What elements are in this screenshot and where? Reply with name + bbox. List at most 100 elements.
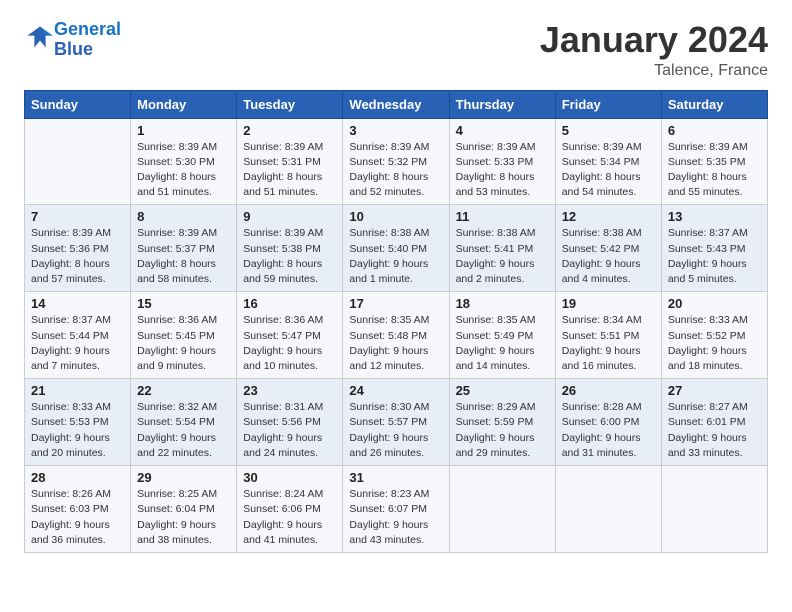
column-header-sunday: Sunday bbox=[25, 90, 131, 118]
day-info: Sunrise: 8:38 AMSunset: 5:42 PMDaylight:… bbox=[562, 226, 655, 287]
day-number: 20 bbox=[668, 296, 761, 311]
calendar-cell: 16 Sunrise: 8:36 AMSunset: 5:47 PMDayligh… bbox=[237, 292, 343, 379]
day-info: Sunrise: 8:30 AMSunset: 5:57 PMDaylight:… bbox=[349, 400, 442, 461]
day-number: 9 bbox=[243, 209, 336, 224]
day-number: 1 bbox=[137, 123, 230, 138]
logo-icon bbox=[26, 23, 54, 51]
calendar-week-row: 1 Sunrise: 8:39 AMSunset: 5:30 PMDaylight… bbox=[25, 118, 768, 205]
day-number: 12 bbox=[562, 209, 655, 224]
column-header-tuesday: Tuesday bbox=[237, 90, 343, 118]
calendar-week-row: 14 Sunrise: 8:37 AMSunset: 5:44 PMDayligh… bbox=[25, 292, 768, 379]
calendar-cell: 17 Sunrise: 8:35 AMSunset: 5:48 PMDayligh… bbox=[343, 292, 449, 379]
day-info: Sunrise: 8:39 AMSunset: 5:34 PMDaylight:… bbox=[562, 140, 655, 201]
logo-general: General bbox=[54, 19, 121, 39]
day-number: 25 bbox=[456, 383, 549, 398]
day-number: 22 bbox=[137, 383, 230, 398]
day-number: 11 bbox=[456, 209, 549, 224]
day-info: Sunrise: 8:25 AMSunset: 6:04 PMDaylight:… bbox=[137, 487, 230, 548]
logo-blue: Blue bbox=[54, 39, 93, 59]
calendar-cell: 8 Sunrise: 8:39 AMSunset: 5:37 PMDaylight… bbox=[131, 205, 237, 292]
day-info: Sunrise: 8:33 AMSunset: 5:52 PMDaylight:… bbox=[668, 313, 761, 374]
calendar-cell: 9 Sunrise: 8:39 AMSunset: 5:38 PMDaylight… bbox=[237, 205, 343, 292]
day-number: 14 bbox=[31, 296, 124, 311]
day-info: Sunrise: 8:29 AMSunset: 5:59 PMDaylight:… bbox=[456, 400, 549, 461]
day-number: 15 bbox=[137, 296, 230, 311]
day-number: 27 bbox=[668, 383, 761, 398]
header: General Blue January 2024 Talence, Franc… bbox=[24, 20, 768, 80]
day-number: 19 bbox=[562, 296, 655, 311]
day-info: Sunrise: 8:33 AMSunset: 5:53 PMDaylight:… bbox=[31, 400, 124, 461]
day-info: Sunrise: 8:34 AMSunset: 5:51 PMDaylight:… bbox=[562, 313, 655, 374]
calendar-cell: 4Sunrise: 8:39 AMSunset: 5:33 PMDaylight… bbox=[449, 118, 555, 205]
day-info: Sunrise: 8:36 AMSunset: 5:45 PMDaylight:… bbox=[137, 313, 230, 374]
calendar-cell: 5 Sunrise: 8:39 AMSunset: 5:34 PMDaylight… bbox=[555, 118, 661, 205]
day-number: 28 bbox=[31, 470, 124, 485]
day-info: Sunrise: 8:32 AMSunset: 5:54 PMDaylight:… bbox=[137, 400, 230, 461]
day-info: Sunrise: 8:26 AMSunset: 6:03 PMDaylight:… bbox=[31, 487, 124, 548]
day-info: Sunrise: 8:27 AMSunset: 6:01 PMDaylight:… bbox=[668, 400, 761, 461]
day-number: 4 bbox=[456, 123, 549, 138]
day-info: Sunrise: 8:37 AMSunset: 5:44 PMDaylight:… bbox=[31, 313, 124, 374]
main-title: January 2024 bbox=[540, 20, 768, 60]
day-info: Sunrise: 8:39 AMSunset: 5:32 PMDaylight:… bbox=[349, 140, 442, 201]
calendar-cell bbox=[449, 466, 555, 553]
column-header-monday: Monday bbox=[131, 90, 237, 118]
page: General Blue January 2024 Talence, Franc… bbox=[0, 0, 792, 612]
calendar-cell: 11 Sunrise: 8:38 AMSunset: 5:41 PMDayligh… bbox=[449, 205, 555, 292]
day-number: 21 bbox=[31, 383, 124, 398]
day-number: 23 bbox=[243, 383, 336, 398]
day-number: 2 bbox=[243, 123, 336, 138]
calendar-cell: 22 Sunrise: 8:32 AMSunset: 5:54 PMDayligh… bbox=[131, 379, 237, 466]
calendar-week-row: 28 Sunrise: 8:26 AMSunset: 6:03 PMDayligh… bbox=[25, 466, 768, 553]
day-info: Sunrise: 8:39 AMSunset: 5:30 PMDaylight:… bbox=[137, 140, 230, 201]
day-number: 8 bbox=[137, 209, 230, 224]
day-info: Sunrise: 8:35 AMSunset: 5:48 PMDaylight:… bbox=[349, 313, 442, 374]
day-number: 5 bbox=[562, 123, 655, 138]
day-number: 31 bbox=[349, 470, 442, 485]
calendar-cell: 10Sunrise: 8:38 AMSunset: 5:40 PMDayligh… bbox=[343, 205, 449, 292]
day-number: 6 bbox=[668, 123, 761, 138]
day-info: Sunrise: 8:38 AMSunset: 5:40 PMDaylight:… bbox=[349, 226, 442, 287]
calendar-cell: 27 Sunrise: 8:27 AMSunset: 6:01 PMDayligh… bbox=[661, 379, 767, 466]
day-number: 17 bbox=[349, 296, 442, 311]
calendar-week-row: 21 Sunrise: 8:33 AMSunset: 5:53 PMDayligh… bbox=[25, 379, 768, 466]
day-number: 16 bbox=[243, 296, 336, 311]
calendar-header-row: SundayMondayTuesdayWednesdayThursdayFrid… bbox=[25, 90, 768, 118]
calendar-cell: 30Sunrise: 8:24 AMSunset: 6:06 PMDayligh… bbox=[237, 466, 343, 553]
day-info: Sunrise: 8:36 AMSunset: 5:47 PMDaylight:… bbox=[243, 313, 336, 374]
logo: General Blue bbox=[24, 20, 121, 60]
day-info: Sunrise: 8:39 AMSunset: 5:35 PMDaylight:… bbox=[668, 140, 761, 201]
day-info: Sunrise: 8:37 AMSunset: 5:43 PMDaylight:… bbox=[668, 226, 761, 287]
calendar-cell: 24 Sunrise: 8:30 AMSunset: 5:57 PMDayligh… bbox=[343, 379, 449, 466]
column-header-thursday: Thursday bbox=[449, 90, 555, 118]
day-number: 24 bbox=[349, 383, 442, 398]
calendar-cell: 28 Sunrise: 8:26 AMSunset: 6:03 PMDayligh… bbox=[25, 466, 131, 553]
day-number: 7 bbox=[31, 209, 124, 224]
column-header-friday: Friday bbox=[555, 90, 661, 118]
calendar-cell: 14 Sunrise: 8:37 AMSunset: 5:44 PMDayligh… bbox=[25, 292, 131, 379]
calendar-cell bbox=[661, 466, 767, 553]
calendar-cell: 15 Sunrise: 8:36 AMSunset: 5:45 PMDayligh… bbox=[131, 292, 237, 379]
column-header-wednesday: Wednesday bbox=[343, 90, 449, 118]
calendar-cell: 2Sunrise: 8:39 AMSunset: 5:31 PMDaylight… bbox=[237, 118, 343, 205]
calendar-cell: 23 Sunrise: 8:31 AMSunset: 5:56 PMDayligh… bbox=[237, 379, 343, 466]
calendar-table: SundayMondayTuesdayWednesdayThursdayFrid… bbox=[24, 90, 768, 553]
day-number: 26 bbox=[562, 383, 655, 398]
calendar-cell: 26Sunrise: 8:28 AMSunset: 6:00 PMDayligh… bbox=[555, 379, 661, 466]
day-number: 13 bbox=[668, 209, 761, 224]
calendar-cell: 13 Sunrise: 8:37 AMSunset: 5:43 PMDayligh… bbox=[661, 205, 767, 292]
day-info: Sunrise: 8:31 AMSunset: 5:56 PMDaylight:… bbox=[243, 400, 336, 461]
calendar-cell bbox=[555, 466, 661, 553]
calendar-cell: 7Sunrise: 8:39 AMSunset: 5:36 PMDaylight… bbox=[25, 205, 131, 292]
calendar-cell: 6 Sunrise: 8:39 AMSunset: 5:35 PMDaylight… bbox=[661, 118, 767, 205]
day-number: 29 bbox=[137, 470, 230, 485]
column-header-saturday: Saturday bbox=[661, 90, 767, 118]
day-info: Sunrise: 8:39 AMSunset: 5:37 PMDaylight:… bbox=[137, 226, 230, 287]
title-block: January 2024 Talence, France bbox=[540, 20, 768, 80]
calendar-week-row: 7Sunrise: 8:39 AMSunset: 5:36 PMDaylight… bbox=[25, 205, 768, 292]
calendar-cell: 3Sunrise: 8:39 AMSunset: 5:32 PMDaylight… bbox=[343, 118, 449, 205]
day-info: Sunrise: 8:38 AMSunset: 5:41 PMDaylight:… bbox=[456, 226, 549, 287]
day-number: 30 bbox=[243, 470, 336, 485]
day-info: Sunrise: 8:39 AMSunset: 5:38 PMDaylight:… bbox=[243, 226, 336, 287]
logo-text: General Blue bbox=[54, 20, 121, 60]
